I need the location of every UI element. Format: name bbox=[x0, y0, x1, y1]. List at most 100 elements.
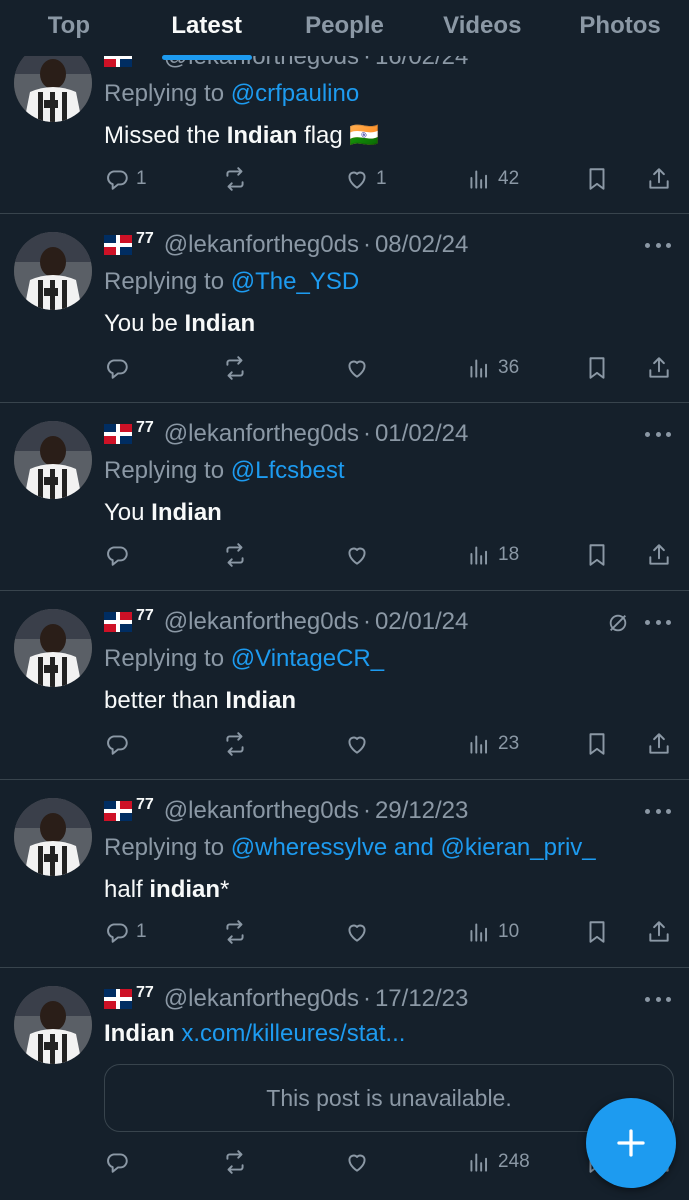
bookmark-button[interactable] bbox=[584, 540, 610, 570]
views-button[interactable]: 42 bbox=[466, 164, 519, 194]
bookmark-icon bbox=[584, 166, 610, 192]
avatar[interactable] bbox=[14, 798, 92, 876]
post-actions: 18 bbox=[104, 540, 674, 570]
replying-to: Replying to @The_YSD bbox=[104, 268, 360, 295]
share-button[interactable] bbox=[646, 164, 672, 194]
compose-button[interactable] bbox=[586, 1098, 676, 1188]
repost-button[interactable] bbox=[222, 353, 254, 383]
user-handle[interactable]: @lekanfortheg0ds bbox=[164, 420, 359, 448]
more-icon[interactable] bbox=[645, 431, 671, 437]
more-icon[interactable] bbox=[645, 996, 671, 1002]
views-icon bbox=[466, 1149, 492, 1175]
like-button[interactable] bbox=[344, 353, 376, 383]
post-date[interactable]: 02/01/24 bbox=[375, 608, 468, 636]
repost-button[interactable] bbox=[222, 917, 254, 947]
reply-button[interactable]: 1 bbox=[104, 917, 147, 947]
post-date[interactable]: 08/02/24 bbox=[375, 231, 468, 259]
bookmark-icon bbox=[584, 542, 610, 568]
user-handle[interactable]: @lekanfortheg0ds bbox=[164, 231, 359, 259]
share-button[interactable] bbox=[646, 729, 672, 759]
mention-link[interactable]: @Lfcsbest bbox=[231, 457, 345, 484]
views-icon bbox=[466, 919, 492, 945]
avatar[interactable] bbox=[14, 609, 92, 687]
display-name[interactable]: 77 bbox=[136, 230, 154, 248]
reply-button[interactable] bbox=[104, 729, 136, 759]
tab-videos[interactable]: Videos bbox=[413, 0, 551, 56]
reply-icon bbox=[104, 166, 130, 192]
mention-link[interactable]: @wheressylve and @kieran_priv_ bbox=[231, 834, 596, 861]
repost-button[interactable] bbox=[222, 164, 254, 194]
like-button[interactable] bbox=[344, 1147, 376, 1177]
display-name[interactable]: 77 bbox=[136, 607, 154, 625]
post-header: 77 @lekanfortheg0ds · 08/02/24 bbox=[104, 230, 669, 260]
more-icon[interactable] bbox=[645, 619, 671, 625]
share-button[interactable] bbox=[646, 540, 672, 570]
like-button[interactable] bbox=[344, 917, 376, 947]
views-button[interactable]: 248 bbox=[466, 1147, 530, 1177]
views-count: 36 bbox=[498, 357, 520, 378]
like-button[interactable] bbox=[344, 729, 376, 759]
post-date[interactable]: 17/12/23 bbox=[375, 985, 468, 1013]
repost-button[interactable] bbox=[222, 1147, 254, 1177]
reply-button[interactable] bbox=[104, 540, 136, 570]
tab-people[interactable]: People bbox=[276, 0, 414, 56]
avatar[interactable] bbox=[14, 986, 92, 1064]
post[interactable]: 77 @lekanfortheg0ds · 02/01/24 Replying to… bbox=[0, 591, 689, 780]
display-name[interactable]: 77 bbox=[136, 419, 154, 437]
share-button[interactable] bbox=[646, 353, 672, 383]
reply-button[interactable] bbox=[104, 353, 136, 383]
tab-photos[interactable]: Photos bbox=[551, 0, 689, 56]
post-link[interactable]: x.com/killeures/stat... bbox=[181, 1020, 405, 1047]
display-name[interactable]: 77 bbox=[136, 984, 154, 1002]
post[interactable]: 77 @lekanfortheg0ds · 01/02/24 Replying to… bbox=[0, 403, 689, 591]
post[interactable]: 77 @lekanfortheg0ds · 08/02/24 Replying to… bbox=[0, 214, 689, 403]
reply-button[interactable] bbox=[104, 1147, 136, 1177]
user-handle[interactable]: @lekanfortheg0ds bbox=[164, 608, 359, 636]
avatar[interactable] bbox=[14, 421, 92, 499]
bookmark-button[interactable] bbox=[584, 353, 610, 383]
replying-to: Replying to @wheressylve and @kieran_pri… bbox=[104, 834, 596, 861]
post[interactable]: 77 @lekanfortheg0ds · 29/12/23 Replying to… bbox=[0, 780, 689, 968]
post-date[interactable]: 29/12/23 bbox=[375, 797, 468, 825]
share-icon bbox=[646, 355, 672, 381]
repost-icon bbox=[222, 355, 248, 381]
like-icon bbox=[344, 166, 370, 192]
more-icon[interactable] bbox=[645, 242, 671, 248]
share-button[interactable] bbox=[646, 917, 672, 947]
repost-icon bbox=[222, 166, 248, 192]
user-handle[interactable]: @lekanfortheg0ds bbox=[164, 985, 359, 1013]
mention-link[interactable]: @The_YSD bbox=[231, 268, 359, 295]
user-handle[interactable]: @lekanfortheg0ds bbox=[164, 797, 359, 825]
post[interactable]: 77 @lekanfortheg0ds · 17/12/23 Indian x.co… bbox=[0, 968, 689, 1200]
bookmark-button[interactable] bbox=[584, 917, 610, 947]
bookmark-button[interactable] bbox=[584, 729, 610, 759]
like-button[interactable]: 1 bbox=[344, 164, 387, 194]
tab-top[interactable]: Top bbox=[0, 0, 138, 56]
display-name[interactable]: 77 bbox=[136, 796, 154, 814]
mention-link[interactable]: @VintageCR_ bbox=[231, 645, 384, 672]
like-button[interactable] bbox=[344, 540, 376, 570]
views-button[interactable]: 18 bbox=[466, 540, 519, 570]
mention-link[interactable]: @crfpaulino bbox=[231, 80, 359, 107]
post-actions: 1 1 42 bbox=[104, 164, 674, 194]
views-button[interactable]: 23 bbox=[466, 729, 519, 759]
tab-latest[interactable]: Latest bbox=[138, 0, 276, 60]
post-date[interactable]: 01/02/24 bbox=[375, 420, 468, 448]
repost-icon bbox=[222, 1149, 248, 1175]
repost-button[interactable] bbox=[222, 729, 254, 759]
bookmark-button[interactable] bbox=[584, 164, 610, 194]
reply-button[interactable]: 1 bbox=[104, 164, 147, 194]
repost-button[interactable] bbox=[222, 540, 254, 570]
like-count: 1 bbox=[376, 168, 387, 189]
views-count: 10 bbox=[498, 921, 520, 942]
avatar[interactable] bbox=[14, 232, 92, 310]
repost-icon bbox=[222, 919, 248, 945]
views-button[interactable]: 10 bbox=[466, 917, 519, 947]
post-header: 77 @lekanfortheg0ds · 29/12/23 bbox=[104, 796, 669, 826]
views-count: 18 bbox=[498, 544, 520, 565]
more-icon[interactable] bbox=[645, 808, 671, 814]
mute-icon[interactable] bbox=[607, 612, 629, 634]
views-button[interactable]: 36 bbox=[466, 353, 519, 383]
repost-icon bbox=[222, 731, 248, 757]
views-count: 248 bbox=[498, 1151, 530, 1172]
